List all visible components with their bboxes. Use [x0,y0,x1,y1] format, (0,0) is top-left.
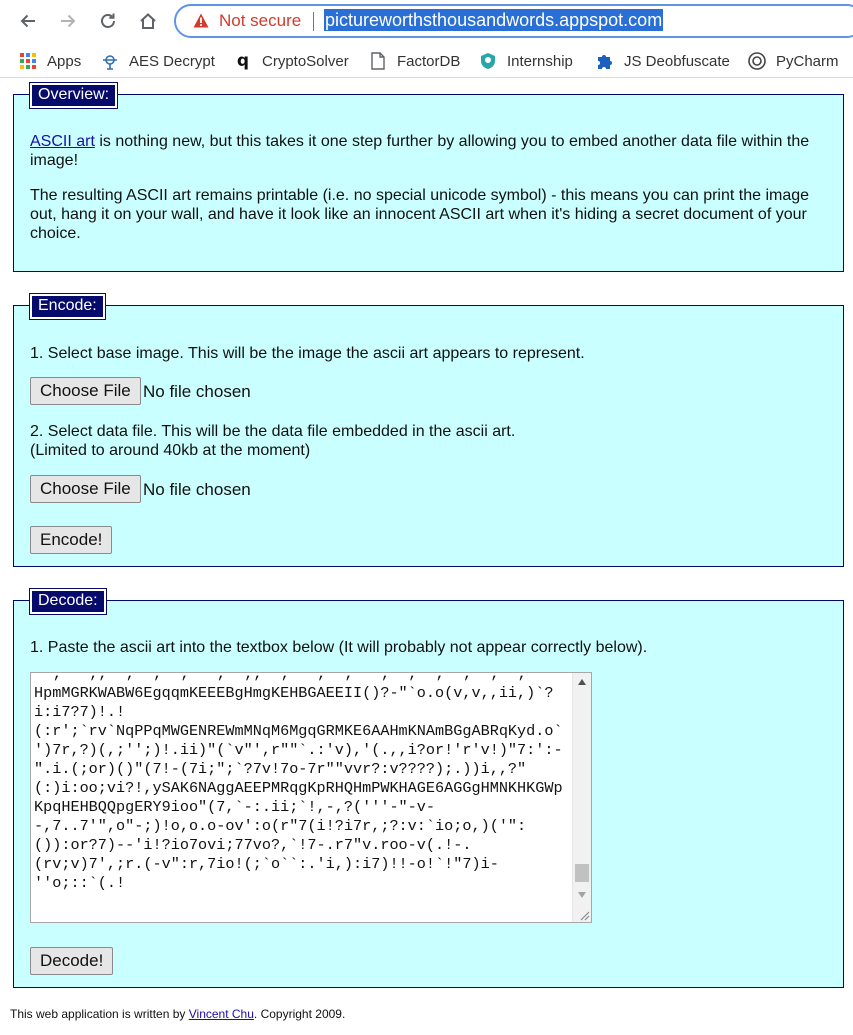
choose-data-file-button[interactable]: Choose File [30,475,141,503]
security-status[interactable]: Not secure [219,11,301,31]
reload-button[interactable] [95,8,121,34]
encode-panel: Encode: 1. Select base image. This will … [13,293,844,567]
bookmark-label: FactorDB [397,52,461,70]
ascii-art-link[interactable]: ASCII art [30,133,95,150]
base-image-status: No file chosen [143,382,251,401]
shield-logo-icon [479,52,497,70]
bookmark-internship[interactable]: Internship [479,50,573,72]
bookmark-label: AES Decrypt [129,52,215,70]
textarea-line: (:r';`rv`NqPPqMWGENREWmMNqM6MgqGRMKE6AAH… [34,722,563,740]
puzzle-icon [596,52,614,70]
scroll-down-arrow[interactable] [573,886,591,904]
reload-icon [101,13,115,28]
bookmark-label: JS Deobfuscate [624,52,730,70]
decode-instruction: 1. Paste the ascii art into the textbox … [30,639,648,656]
bookmark-factordb[interactable]: FactorDB [369,50,460,72]
page-icon [369,52,387,70]
overview-paragraph-1-text: is nothing new, but this takes it one st… [30,133,810,169]
triangle-down-icon [578,892,586,898]
bookmark-label: Apps [47,52,82,70]
footer-prefix: This web application is written by [10,1007,189,1021]
textarea-line: ; ;; ; ; ; ; ;; ; ; ; ; ; ; ; ; ; [34,672,527,683]
decode-panel: Decode: 1. Paste the ascii art into the … [13,588,844,988]
scroll-up-arrow[interactable] [573,673,591,691]
overview-legend: Overview: [28,82,119,109]
ascii-art-textarea[interactable]: ; ;; ; ; ; ; ;; ; ; ; ; ; ; ; ; ; HpmMGRK… [30,672,592,923]
warning-icon[interactable] [193,13,209,28]
bookmarks-bar: Apps AES Decrypt q CryptoSolver FactorDB… [0,44,853,78]
choose-base-image-button[interactable]: Choose File [30,377,141,405]
address-bar[interactable]: Not secure pictureworthsthousandwords.ap… [174,4,853,38]
scroll-thumb[interactable] [575,864,589,882]
bookmark-label: Internship [507,52,573,70]
back-arrow-icon [20,14,35,28]
url-text[interactable]: pictureworthsthousandwords.appspot.com [324,9,664,31]
bookmark-cryptosolver[interactable]: q CryptoSolver [234,50,349,72]
encode-step-2-note: (Limited to around 40kb at the moment) [30,442,311,459]
satellite-icon [101,52,119,70]
author-link[interactable]: Vincent Chu [189,1007,254,1021]
forward-button[interactable] [55,8,81,34]
pycharm-icon [748,52,766,70]
home-button[interactable] [135,8,161,34]
back-button[interactable] [15,8,41,34]
textarea-line: -,7..7'",o"-;)!o,o.o-ov':o(r"7(i!?i7r,;?… [34,817,527,835]
apps-grid-icon [19,52,37,70]
encode-button[interactable]: Encode! [30,526,113,554]
textarea-line: KpqHEHBQQpgERY9ioo"(7,`-:.ii;`!,-,?('''-… [34,798,436,816]
encode-step-2: 2. Select data file. This will be the da… [30,423,516,440]
home-icon [140,13,156,29]
decode-legend: Decode: [29,588,107,615]
textarea-line: HpmMGRKWABW6EgqqmKEEEBgHmgKEHBGAEEII()?-… [34,684,554,702]
bookmark-js-deobfuscate[interactable]: JS Deobfuscate [596,50,730,72]
ascii-art-content[interactable]: ; ;; ; ; ; ; ;; ; ; ; ; ; ; ; ; ; HpmMGRK… [34,672,572,893]
overview-paragraph-1: ASCII art is nothing new, but this takes… [30,132,827,170]
forward-arrow-icon [61,14,76,28]
footer-suffix: . Copyright 2009. [253,1007,346,1021]
encode-step-1: 1. Select base image. This will be the i… [30,345,585,362]
browser-toolbar: Not secure pictureworthsthousandwords.ap… [0,0,853,42]
bookmark-label: PyCharm [776,52,839,70]
decode-button[interactable]: Decode! [30,947,114,975]
bookmark-label: CryptoSolver [262,52,349,70]
address-divider [313,12,314,31]
textarea-line: (:)i:oo;vi?!,ySAK6NAggAEEPMRqgKpRHQHmPWK… [34,779,563,797]
triangle-up-icon [578,679,586,685]
textarea-line: ()):or?7)--'i!?io7ovi;77vo?,`!7-.r7"v.ro… [34,836,472,854]
q-letter-icon: q [236,51,250,71]
resize-handle-icon[interactable] [578,909,590,921]
bookmark-pycharm[interactable]: PyCharm [748,50,839,72]
bookmark-aes-decrypt[interactable]: AES Decrypt [101,50,215,72]
overview-paragraph-2: The resulting ASCII art remains printabl… [30,187,810,242]
footer: This web application is written by Vince… [10,1007,345,1021]
bookmark-apps[interactable]: Apps [19,50,81,72]
textarea-line: ')7r,?)(,;'';)!.ii)"(`v"',r""`.:'v),'(.,… [34,741,563,759]
textarea-line: (rv;v)7',;r.(-v":r,7io!(;`o``:.'i,):i7)!… [34,855,499,873]
textarea-line: i:i7?7)!.! [34,703,126,721]
textarea-scrollbar[interactable] [572,673,591,922]
overview-panel: Overview: ASCII art is nothing new, but … [13,82,844,272]
textarea-line: ".i.(;or)()"(7!-(7i;";`?7v!7o-7r""vvr?:v… [34,760,527,778]
encode-legend: Encode: [29,293,106,320]
textarea-line: ''o;::`(.! [34,874,126,892]
data-file-status: No file chosen [143,480,251,499]
